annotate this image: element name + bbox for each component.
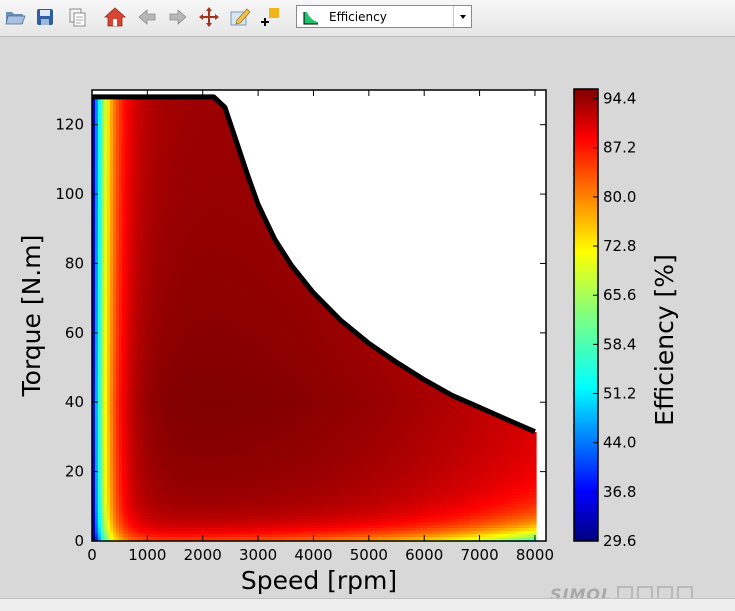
efficiency-map-chart: 0 1000 2000 3000 4000 5000 6000 7000 8000 020406… — [17, 88, 679, 595]
select-value: Efficiency — [329, 10, 387, 24]
save-disk-icon[interactable] — [34, 6, 56, 28]
pan-move-icon[interactable] — [198, 6, 220, 28]
open-folder-icon[interactable] — [4, 6, 26, 28]
plot-type-select[interactable]: Efficiency — [296, 5, 472, 28]
chevron-down-icon[interactable] — [453, 6, 471, 27]
edit-plot-icon[interactable] — [229, 6, 251, 28]
toolbar: Efficiency — [0, 0, 735, 37]
add-item-icon[interactable] — [259, 6, 281, 28]
back-arrow-icon[interactable] — [136, 6, 158, 28]
home-icon[interactable] — [104, 6, 126, 28]
forward-arrow-icon[interactable] — [167, 6, 189, 28]
copy-pages-icon[interactable] — [66, 6, 88, 28]
efficiency-map-icon — [303, 10, 319, 25]
